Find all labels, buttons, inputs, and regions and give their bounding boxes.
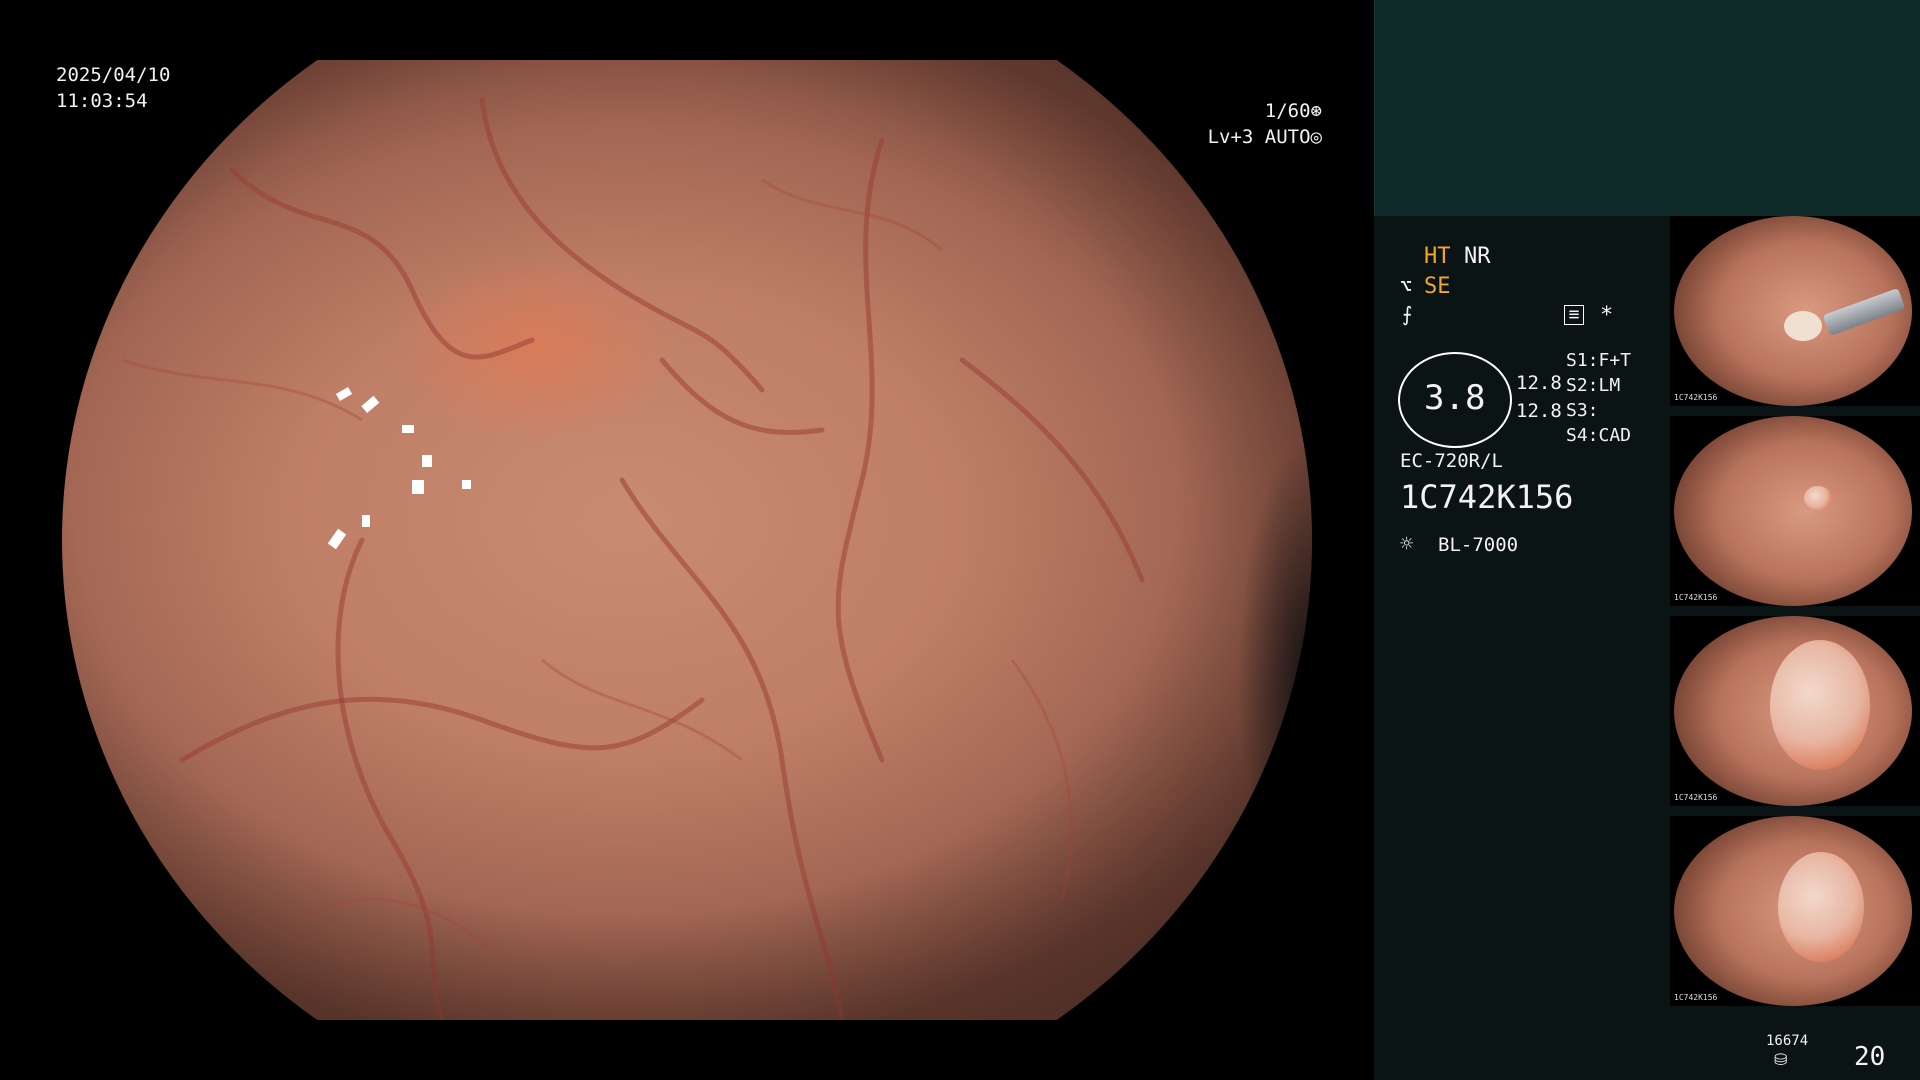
s3-setting: S3: (1566, 400, 1599, 421)
color-icon: ⨍ (1402, 302, 1413, 326)
endoscope-main-view: 2025/04/10 11:03:54 1/60⊛ Lv+3 AUTO◎ (0, 0, 1374, 1080)
thumbnail-image (1674, 616, 1912, 806)
polyp-lesion (1778, 852, 1864, 962)
thumbnail-image (1674, 816, 1912, 1006)
thumbnail-image (1674, 416, 1912, 606)
lesion-spot (1804, 486, 1832, 510)
enhance-value-1: 12.8 (1516, 372, 1562, 394)
ht-indicator: HT (1424, 244, 1451, 269)
shutter-speed-text: 1/60 (1264, 100, 1311, 122)
structure-icon: ⌥ (1400, 274, 1413, 298)
nr-indicator: NR (1464, 244, 1491, 269)
asterisk-indicator: * (1600, 303, 1614, 328)
thumbnail-capture[interactable]: 1C742K156 (1670, 816, 1920, 1006)
thumbnail-label: 1C742K156 (1674, 393, 1718, 402)
thumbnail-label: 1C742K156 (1674, 793, 1718, 802)
s4-setting: S4:CAD (1566, 425, 1632, 446)
light-source: BL-7000 (1438, 534, 1519, 556)
info-panel: HT NR ⌥ SE ⨍ ≡ * 3.8 12.8 12.8 S1:F+T S2… (1374, 0, 1920, 1080)
thumbnail-label: 1C742K156 (1674, 993, 1718, 1002)
se-indicator: SE (1424, 274, 1451, 299)
storage-icon: ⛁ (1774, 1050, 1788, 1069)
lamp-icon: ☼ (1400, 532, 1414, 557)
thumbnail-image (1674, 216, 1912, 406)
thumbnail-capture[interactable]: 1C742K156 (1670, 616, 1920, 806)
resected-tissue (1784, 311, 1822, 341)
auto-iris-icon: ◎ (1310, 126, 1322, 148)
zoom-value: 3.8 (1424, 378, 1486, 418)
zoom-gauge: 3.8 (1398, 352, 1512, 448)
mucosa-vessels (121, 97, 1145, 1020)
enhance-value-2: 12.8 (1516, 400, 1562, 422)
clip-device (1822, 287, 1906, 337)
panel-header-area (1374, 0, 1920, 216)
s1-setting: S1:F+T (1566, 350, 1632, 371)
time-text: 11:03:54 (56, 90, 148, 112)
lumen-shadow (1202, 440, 1312, 920)
thumbnail-capture[interactable]: 1C742K156 (1670, 216, 1920, 406)
thumbnail-label: 1C742K156 (1674, 593, 1718, 602)
image-counter-small: 16674 (1766, 1033, 1809, 1049)
shutter-icon: ⊛ (1310, 100, 1322, 122)
scope-serial: 1C742K156 (1400, 478, 1574, 516)
exposure-readout: 1/60⊛ Lv+3 AUTO◎ (1208, 98, 1322, 150)
level-text: Lv+3 AUTO (1207, 126, 1311, 148)
thumbnail-capture[interactable]: 1C742K156 (1670, 416, 1920, 606)
s2-setting: S2:LM (1566, 375, 1621, 396)
menu-icon: ≡ (1564, 305, 1584, 325)
date-text: 2025/04/10 (56, 64, 171, 86)
datetime-readout: 2025/04/10 11:03:54 (56, 62, 170, 114)
image-counter: 20 (1854, 1042, 1886, 1072)
scope-model: EC-720R/L (1400, 450, 1503, 472)
endoscopic-image (62, 60, 1312, 1020)
polyp-lesion (1770, 640, 1870, 770)
